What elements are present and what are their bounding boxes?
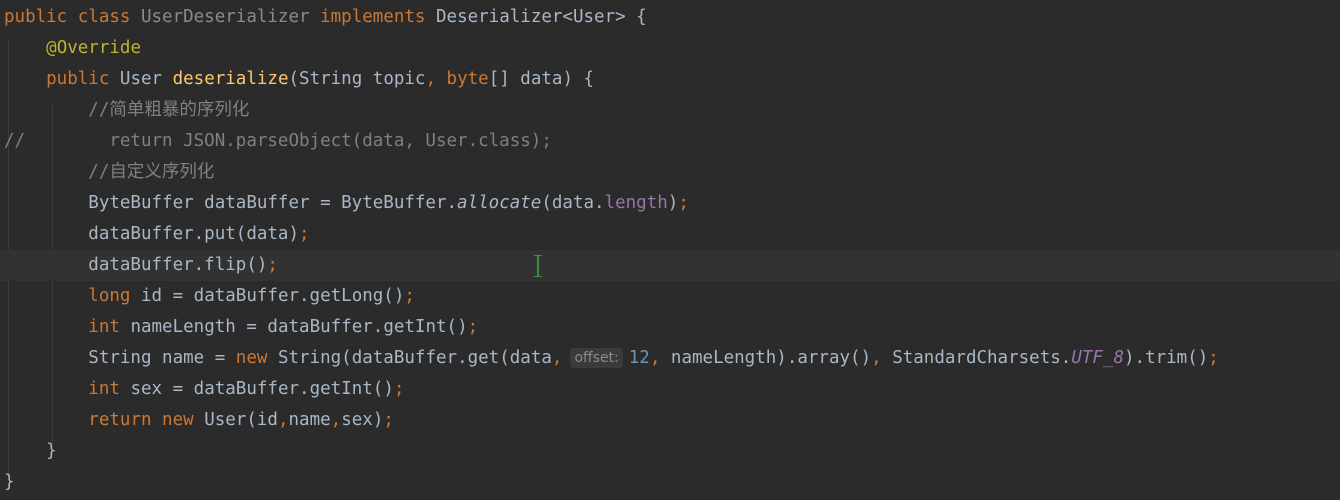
code-line[interactable]: @Override	[0, 33, 1340, 64]
code-token: User(id	[204, 410, 278, 430]
code-token: public	[4, 69, 120, 89]
code-line[interactable]: }	[0, 467, 1340, 498]
code-token: ,	[871, 348, 893, 368]
code-token: ,	[425, 69, 447, 89]
code-text: return new User(id,name,sex);	[4, 405, 394, 436]
code-line[interactable]: // return JSON.parseObject(data, User.cl…	[0, 126, 1340, 157]
code-token: byte	[446, 69, 489, 89]
code-line[interactable]: }	[0, 436, 1340, 467]
code-token: nameLength = dataBuffer.getInt()	[130, 317, 468, 337]
code-token: long	[88, 286, 141, 306]
code-token: //自定义序列化	[4, 162, 215, 182]
code-token: ;	[299, 224, 310, 244]
code-token: [] data) {	[488, 69, 595, 89]
code-token: ;	[678, 193, 689, 213]
code-line[interactable]: ByteBuffer dataBuffer = ByteBuffer.alloc…	[0, 188, 1340, 219]
code-text: dataBuffer.put(data);	[4, 219, 310, 250]
code-token: @Override	[46, 38, 141, 58]
code-token: ).trim()	[1124, 348, 1209, 368]
code-line[interactable]: return new User(id,name,sex);	[0, 405, 1340, 436]
code-token: ;	[467, 317, 479, 337]
code-line[interactable]: int sex = dataBuffer.getInt();	[0, 374, 1340, 405]
code-token: allocate	[457, 193, 542, 213]
code-text: return JSON.parseObject(data, User.class…	[4, 126, 552, 157]
code-token: User	[119, 69, 173, 89]
code-token: ,	[277, 410, 289, 430]
code-token: name	[288, 410, 331, 430]
code-text: ByteBuffer dataBuffer = ByteBuffer.alloc…	[4, 188, 689, 219]
code-text: public User deserialize(String topic, by…	[4, 64, 594, 95]
code-token: return JSON.parseObject(data, User.class…	[4, 131, 552, 151]
code-token: )	[667, 193, 679, 213]
code-line[interactable]: int nameLength = dataBuffer.getInt();	[0, 312, 1340, 343]
code-token: String(dataBuffer.get(data	[277, 348, 552, 368]
code-token: UserDeserializer	[140, 7, 321, 27]
code-text: }	[4, 436, 57, 467]
code-text: @Override	[4, 33, 141, 64]
code-text: //简单粗暴的序列化	[4, 95, 249, 126]
code-token: sex = dataBuffer.getInt()	[130, 379, 394, 399]
code-line[interactable]: dataBuffer.flip();	[0, 250, 1340, 281]
code-token: UTF_8	[1071, 348, 1124, 368]
code-token: id = dataBuffer.getLong()	[140, 286, 405, 306]
code-token: ;	[393, 379, 405, 399]
code-token: public class	[4, 7, 141, 27]
code-text: }	[4, 467, 15, 498]
code-line[interactable]: public class UserDeserializer implements…	[0, 2, 1340, 33]
code-token: }	[4, 472, 15, 492]
code-token: 12	[628, 348, 650, 368]
code-line[interactable]: public User deserialize(String topic, by…	[0, 64, 1340, 95]
code-editor[interactable]: public class UserDeserializer implements…	[0, 0, 1340, 500]
code-token: ;	[383, 410, 394, 430]
code-text: dataBuffer.flip();	[4, 250, 278, 281]
code-text: long id = dataBuffer.getLong();	[4, 281, 415, 312]
code-token: ;	[267, 255, 278, 275]
parameter-hint: offset:	[570, 348, 623, 368]
code-token: ,	[330, 410, 342, 430]
code-token: sex)	[341, 410, 384, 430]
code-token: }	[4, 441, 57, 461]
code-token: ;	[404, 286, 415, 306]
code-token: Deserializer<User> {	[436, 7, 647, 27]
code-token: ;	[1208, 348, 1219, 368]
code-token: ByteBuffer dataBuffer = ByteBuffer.	[4, 193, 458, 213]
code-line[interactable]: long id = dataBuffer.getLong();	[0, 281, 1340, 312]
code-token: dataBuffer.put(data)	[4, 224, 300, 244]
code-text: int nameLength = dataBuffer.getInt();	[4, 312, 478, 343]
code-token: int	[88, 379, 131, 399]
code-token: (data.	[541, 193, 605, 213]
code-line[interactable]: //自定义序列化	[0, 157, 1340, 188]
code-token: //简单粗暴的序列化	[4, 100, 250, 120]
code-token: dataBuffer.flip()	[4, 255, 268, 275]
code-token: (String topic	[288, 69, 426, 89]
code-text: public class UserDeserializer implements…	[4, 2, 647, 33]
code-token: deserialize	[172, 69, 289, 89]
code-token: ,	[649, 348, 671, 368]
code-token: return new	[88, 410, 205, 430]
code-token: new	[235, 348, 278, 368]
code-token: ,	[551, 348, 563, 368]
code-text: String name = new String(dataBuffer.get(…	[4, 343, 1219, 374]
code-token: StandardCharsets.	[892, 348, 1072, 368]
code-token: int	[88, 317, 131, 337]
code-token: length	[604, 193, 668, 213]
text-cursor	[534, 255, 542, 277]
code-line[interactable]: dataBuffer.put(data);	[0, 219, 1340, 250]
code-line[interactable]: String name = new String(dataBuffer.get(…	[0, 343, 1340, 374]
code-token: nameLength).array()	[670, 348, 872, 368]
code-text: int sex = dataBuffer.getInt();	[4, 374, 404, 405]
code-token: implements	[320, 7, 436, 27]
code-line[interactable]: //简单粗暴的序列化	[0, 95, 1340, 126]
code-text: //自定义序列化	[4, 157, 214, 188]
code-token: String name =	[4, 348, 236, 368]
